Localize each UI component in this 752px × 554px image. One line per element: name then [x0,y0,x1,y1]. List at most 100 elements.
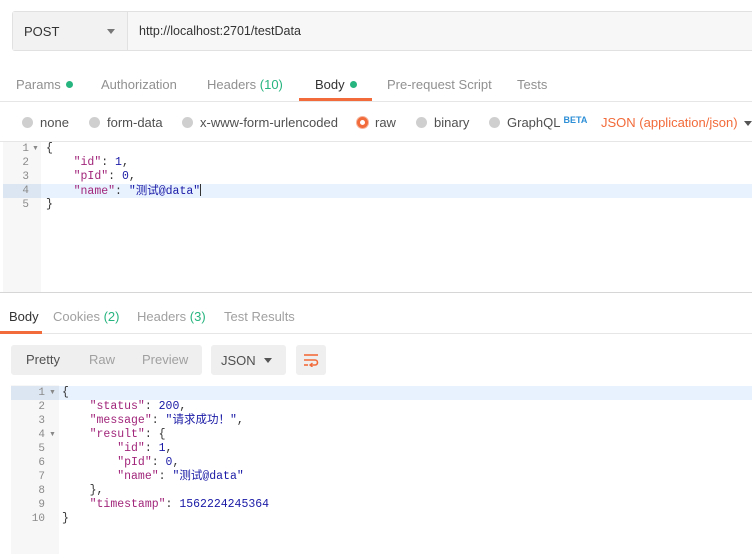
tab-tests[interactable]: Tests [517,66,547,102]
url-input[interactable]: http://localhost:2701/testData [128,12,752,50]
url-value: http://localhost:2701/testData [139,24,301,38]
json-value: "测试@data" [172,470,244,483]
line-number: 7 [38,471,45,483]
json-value: "测试@data" [128,185,201,198]
json-value: 1562224245364 [179,498,270,511]
tab-body-label: Body [315,77,345,92]
cookies-count-badge: (2) [103,309,120,324]
code-line: "status": 200, [89,400,187,413]
code-line: "pId": 0, [117,456,180,469]
tab-authorization[interactable]: Authorization [101,66,177,102]
line-number: 6 [38,457,45,469]
tab-params[interactable]: Params [16,66,73,102]
radio-urlencoded[interactable]: x-www-form-urlencoded [182,115,338,130]
chevron-down-icon[interactable] [744,121,752,126]
json-key: "name" [117,470,159,483]
raw-button[interactable]: Raw [89,345,115,375]
radio-binary[interactable]: binary [416,115,469,130]
tab-test-results-label: Test Results [224,309,295,324]
code-line: } [62,512,69,525]
json-key: "result" [89,428,145,441]
json-value: 0 [121,170,129,183]
json-key: "status" [89,400,145,413]
request-body-editor[interactable]: 1 2 3 4 5 ▼ { "id": 1, "pId": 0, "name":… [0,141,752,293]
pretty-button[interactable]: Pretty [26,345,60,375]
radio-circle-icon [416,117,427,128]
code-line: "message": "请求成功！", [89,414,244,427]
preview-button[interactable]: Preview [142,345,188,375]
request-tabs: Params Authorization Headers (10) Body P… [0,66,752,102]
radio-graphql-label: GraphQL [507,115,561,130]
json-key: "pId" [73,170,109,183]
tab-prerequest-script[interactable]: Pre-request Script [387,66,492,102]
json-value: 1 [158,442,166,455]
code-line: { [46,142,53,155]
radio-circle-icon [89,117,100,128]
fold-arrow-icon[interactable]: ▼ [49,386,56,400]
tab-response-body[interactable]: Body [9,302,39,334]
line-number: 9 [38,499,45,511]
method-select[interactable]: POST [13,12,128,50]
json-key: "pId" [117,456,152,469]
response-body-viewer[interactable]: 1 2 3 4 5 6 7 8 9 10 ▼ ▼ { "status": 200… [11,385,752,554]
tab-cookies-label: Cookies [53,309,100,324]
radio-circle-icon [22,117,33,128]
format-label: JSON [221,352,256,368]
format-dropdown[interactable]: JSON [211,345,286,375]
radio-binary-label: binary [434,115,470,130]
content-type-dropdown[interactable]: JSON (application/json) [601,115,738,130]
radio-circle-icon [182,117,193,128]
code-line: "result": { [89,428,166,441]
radio-selected-icon [357,117,368,128]
fold-arrow-icon[interactable]: ▼ [49,428,56,442]
code-line: "id": 1, [73,156,129,169]
tab-headers-label: Headers [207,77,257,92]
wrap-lines-icon [304,354,319,367]
radio-graphql[interactable]: GraphQL BETA [489,115,587,130]
radio-none[interactable]: none [22,115,69,130]
json-value: "请求成功！" [165,414,237,427]
fold-arrow-icon[interactable]: ▼ [32,142,39,156]
json-key: "timestamp" [89,498,166,511]
response-tabs: Body Cookies (2) Headers (3) Test Result… [0,302,752,334]
code-line: "id": 1, [117,442,173,455]
radio-urlencoded-label: x-www-form-urlencoded [200,115,338,130]
code-line: }, [62,484,104,497]
response-headers-count-badge: (3) [189,309,206,324]
wrap-lines-button[interactable] [296,345,326,375]
line-number: 1 [38,387,45,399]
line-number: 5 [38,443,45,455]
tab-test-results[interactable]: Test Results [224,302,295,334]
beta-badge: BETA [563,114,588,125]
line-number: 5 [22,199,29,211]
active-line-highlight [59,386,752,400]
line-number: 8 [38,485,45,497]
tab-authorization-label: Authorization [101,77,177,92]
code-line: { [62,386,69,399]
code-line: "name": "测试@data" [117,470,244,483]
json-key: "message" [89,414,152,427]
chevron-down-icon [107,28,115,34]
code-line: "name": "测试@data" [73,184,202,198]
line-number: 10 [31,513,45,525]
text-cursor [200,184,202,196]
method-label: POST [24,23,60,39]
active-response-tab-indicator [0,331,42,334]
radio-raw[interactable]: raw [357,115,396,130]
response-toolbar: Pretty Raw Preview JSON [0,345,752,375]
tab-response-headers[interactable]: Headers (3) [137,302,206,334]
active-tab-indicator [299,98,372,101]
tab-headers[interactable]: Headers (10) [207,66,283,102]
request-bar: POST http://localhost:2701/testData [12,11,752,51]
json-value: 0 [165,456,173,469]
line-number: 3 [38,415,45,427]
code-line: } [46,198,53,211]
tab-body[interactable]: Body [315,66,357,102]
tab-tests-label: Tests [517,77,548,92]
headers-count-badge: (10) [259,77,283,92]
code-line: "timestamp": 1562224245364 [89,498,270,511]
radio-form-data[interactable]: form-data [89,115,163,130]
tab-response-headers-label: Headers [137,309,187,324]
view-mode-segmented: Pretty Raw Preview [11,345,202,375]
tab-cookies[interactable]: Cookies (2) [53,302,119,334]
